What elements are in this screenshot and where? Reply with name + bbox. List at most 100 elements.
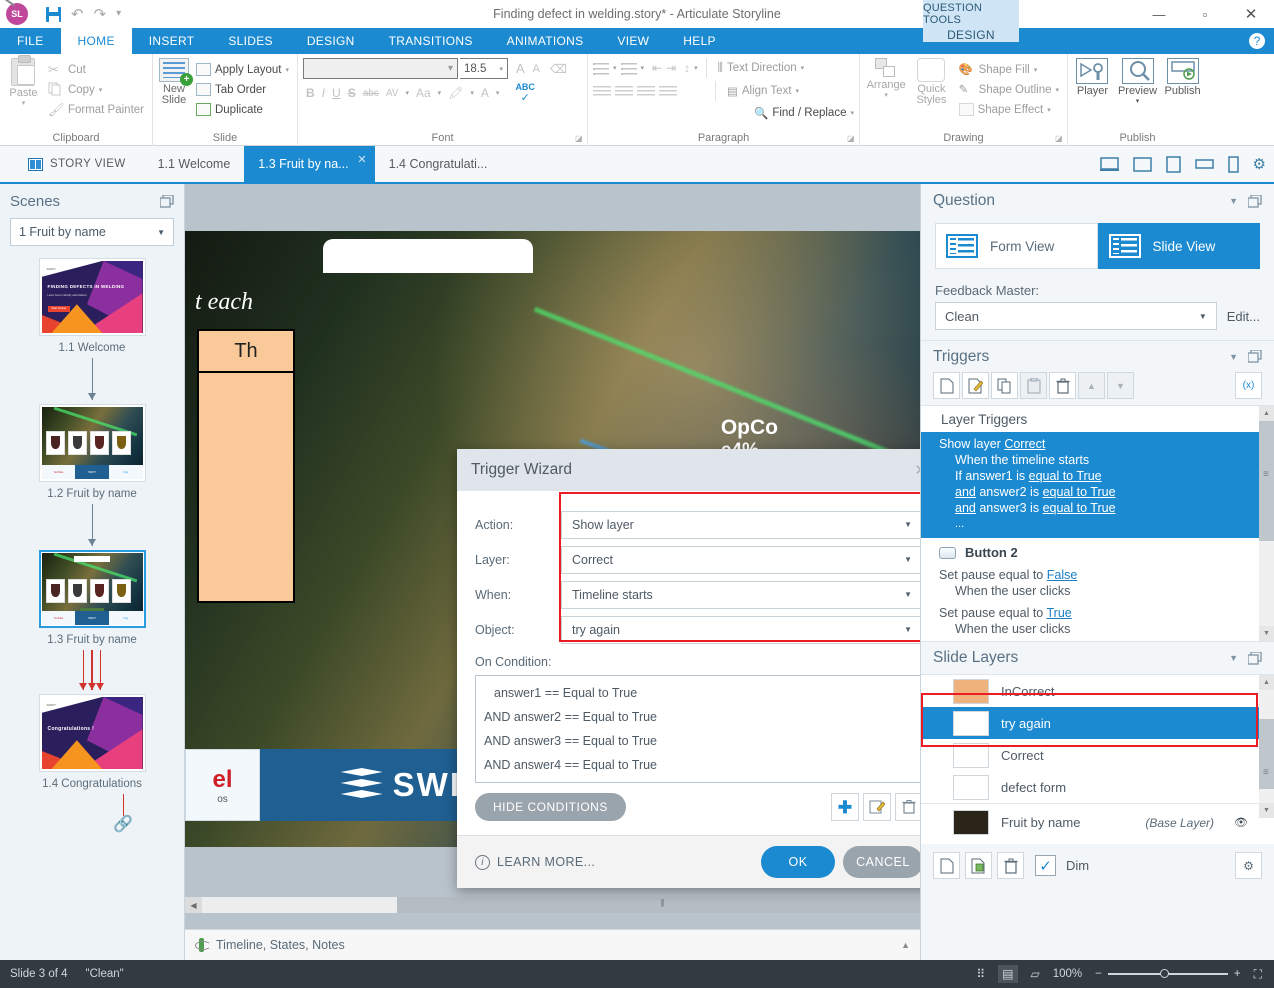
undo-icon[interactable]: ↶ bbox=[71, 7, 84, 22]
ok-button[interactable]: OK bbox=[761, 846, 835, 878]
slide-view-icon[interactable]: ▤ bbox=[998, 965, 1018, 983]
customize-qat-icon[interactable]: ▾ bbox=[116, 9, 121, 19]
chevron-down-icon[interactable]: ▾ bbox=[402, 89, 412, 97]
abc-strike-button[interactable]: abc bbox=[360, 88, 382, 99]
italic-button[interactable]: I bbox=[319, 86, 328, 100]
bullet-list-icon[interactable] bbox=[593, 61, 609, 75]
slide-view-button[interactable]: Slide View bbox=[1097, 223, 1260, 269]
cancel-button[interactable]: CANCEL bbox=[843, 846, 920, 878]
chevron-down-icon[interactable]: ▾ bbox=[801, 64, 805, 72]
desktop-icon[interactable] bbox=[1099, 156, 1119, 172]
align-left-icon[interactable] bbox=[593, 85, 611, 97]
font-color-button[interactable]: A bbox=[478, 86, 492, 100]
drawing-dialog-launcher[interactable]: ◪ bbox=[1055, 134, 1064, 143]
duplicate-button[interactable]: Duplicate bbox=[193, 100, 292, 119]
variables-icon[interactable]: (x) bbox=[1235, 372, 1262, 399]
tab-animations[interactable]: ANIMATIONS bbox=[490, 28, 601, 54]
bold-button[interactable]: B bbox=[303, 86, 318, 100]
align-justify-icon[interactable] bbox=[659, 85, 677, 97]
publish-button[interactable]: Publish bbox=[1163, 58, 1202, 105]
undock-panel-icon[interactable] bbox=[1248, 651, 1262, 665]
help-icon[interactable]: ? bbox=[1248, 32, 1266, 50]
youtube-banner[interactable]: el os bbox=[185, 749, 260, 821]
condition-row[interactable]: AND answer2 == Equal to True bbox=[484, 705, 914, 729]
layers-scrollbar[interactable]: ▲ ▼ bbox=[1259, 675, 1274, 818]
tab-view[interactable]: VIEW bbox=[600, 28, 666, 54]
layer-row-defect-form[interactable]: defect form bbox=[921, 771, 1274, 803]
zoom-knob[interactable] bbox=[1159, 969, 1169, 979]
action-combo[interactable]: Show layer ▼ bbox=[561, 510, 920, 539]
trigger-link[interactable]: True bbox=[1047, 606, 1072, 620]
condition-row[interactable]: AND answer4 == Equal to True bbox=[484, 753, 914, 777]
increase-indent-icon[interactable]: ⇥ bbox=[666, 61, 676, 75]
edit-trigger-icon[interactable] bbox=[962, 372, 989, 399]
numbered-list-icon[interactable] bbox=[620, 61, 637, 75]
save-icon[interactable] bbox=[46, 6, 61, 22]
trigger-item[interactable]: Hide layer this layer When the user clic… bbox=[921, 640, 1274, 641]
close-tab-icon[interactable]: ✕ bbox=[357, 153, 366, 166]
scroll-thumb[interactable] bbox=[1259, 719, 1274, 789]
tab-insert[interactable]: INSERT bbox=[132, 28, 212, 54]
chevron-down-icon[interactable]: ▾ bbox=[285, 66, 289, 74]
chevron-down-icon[interactable]: ▾ bbox=[1034, 66, 1038, 74]
phone-landscape-icon[interactable] bbox=[1194, 158, 1214, 170]
slide-tab-congratulations[interactable]: 1.4 Congratulati... bbox=[375, 146, 502, 182]
object-combo[interactable]: try again ▼ bbox=[561, 615, 920, 644]
triggers-scrollbar[interactable]: ▲ ▼ bbox=[1259, 406, 1274, 641]
decrease-indent-icon[interactable]: ⇤ bbox=[652, 61, 662, 75]
copy-button[interactable]: Copy ▾ bbox=[45, 80, 147, 99]
grow-font-icon[interactable]: A bbox=[516, 61, 525, 76]
delete-trigger-icon[interactable] bbox=[1049, 372, 1076, 399]
undock-panel-icon[interactable] bbox=[1248, 350, 1262, 363]
close-icon[interactable]: ✕ bbox=[914, 461, 920, 479]
tab-file[interactable]: FILE bbox=[0, 28, 61, 54]
player-button[interactable]: Player bbox=[1073, 58, 1112, 105]
font-name-combo[interactable]: ▾ bbox=[303, 58, 458, 79]
close-button[interactable]: ✕ bbox=[1228, 0, 1274, 28]
triggers-list[interactable]: Layer Triggers Show layer Correct When t… bbox=[921, 405, 1274, 642]
trigger-line5-val[interactable]: True bbox=[1090, 501, 1115, 515]
gear-icon[interactable]: ⚙ bbox=[1253, 155, 1266, 173]
slide-thumbnail[interactable]: YouTube SWIFT blog bbox=[38, 404, 146, 482]
zoom-track[interactable] bbox=[1107, 969, 1228, 979]
scroll-up-icon[interactable]: ▲ bbox=[1259, 406, 1274, 421]
trigger-item[interactable]: Set pause equal to False When the user c… bbox=[921, 564, 1274, 602]
font-dialog-launcher[interactable]: ◪ bbox=[575, 134, 584, 143]
add-condition-icon[interactable]: ✚ bbox=[831, 793, 859, 821]
feedback-master-edit-button[interactable]: Edit... bbox=[1227, 309, 1260, 324]
tab-design[interactable]: DESIGN bbox=[290, 28, 372, 54]
duplicate-layer-icon[interactable] bbox=[965, 852, 992, 879]
redo-icon[interactable]: ↷ bbox=[94, 7, 107, 22]
maximize-button[interactable]: ▫ bbox=[1182, 0, 1228, 28]
zoom-slider[interactable]: − + bbox=[1095, 968, 1240, 980]
trigger-line3-op[interactable]: equal to bbox=[1029, 469, 1077, 483]
trigger-line5-and[interactable]: and bbox=[955, 501, 976, 515]
trigger-line5-op[interactable]: equal to bbox=[1043, 501, 1091, 515]
format-painter-button[interactable]: 🖌 Format Painter bbox=[45, 100, 147, 119]
chevron-down-icon[interactable]: ▾ bbox=[467, 89, 477, 97]
feedback-master-select[interactable]: Clean ▼ bbox=[935, 302, 1217, 330]
form-view-button[interactable]: Form View bbox=[935, 223, 1098, 269]
tab-order-button[interactable]: Tab Order bbox=[193, 80, 292, 99]
shape-fill-button[interactable]: 🎨 Shape Fill ▾ bbox=[956, 60, 1062, 79]
new-layer-icon[interactable] bbox=[933, 852, 960, 879]
link-icon[interactable]: 🔗 bbox=[113, 814, 133, 834]
chevron-down-icon[interactable]: ▾ bbox=[694, 64, 698, 72]
trigger-item-selected[interactable]: Show layer Correct When the timeline sta… bbox=[921, 432, 1274, 538]
trigger-line4-val[interactable]: True bbox=[1090, 485, 1115, 499]
dim-checkbox[interactable]: ✓ bbox=[1035, 855, 1056, 876]
apply-layout-button[interactable]: Apply Layout ▾ bbox=[193, 60, 292, 79]
scroll-down-icon[interactable]: ▼ bbox=[1259, 626, 1274, 641]
trigger-link[interactable]: False bbox=[1047, 568, 1078, 582]
line-spacing-icon[interactable]: ↕ bbox=[684, 61, 690, 75]
chevron-down-icon[interactable]: ▼ bbox=[1229, 352, 1238, 362]
strikethrough-button[interactable]: S bbox=[345, 86, 359, 100]
layer-row-try-again[interactable]: try again bbox=[921, 707, 1274, 739]
chevron-down-icon[interactable]: ▾ bbox=[1047, 106, 1051, 114]
trigger-line4-op[interactable]: equal to bbox=[1043, 485, 1091, 499]
text-direction-button[interactable]: ⫼ Text Direction ▾ bbox=[715, 59, 807, 78]
spellcheck-icon[interactable]: ✓ bbox=[518, 92, 533, 104]
minimize-button[interactable]: — bbox=[1136, 0, 1182, 28]
preview-icon[interactable]: ▱ bbox=[1031, 967, 1040, 981]
chevron-down-icon[interactable]: ▾ bbox=[493, 89, 503, 97]
